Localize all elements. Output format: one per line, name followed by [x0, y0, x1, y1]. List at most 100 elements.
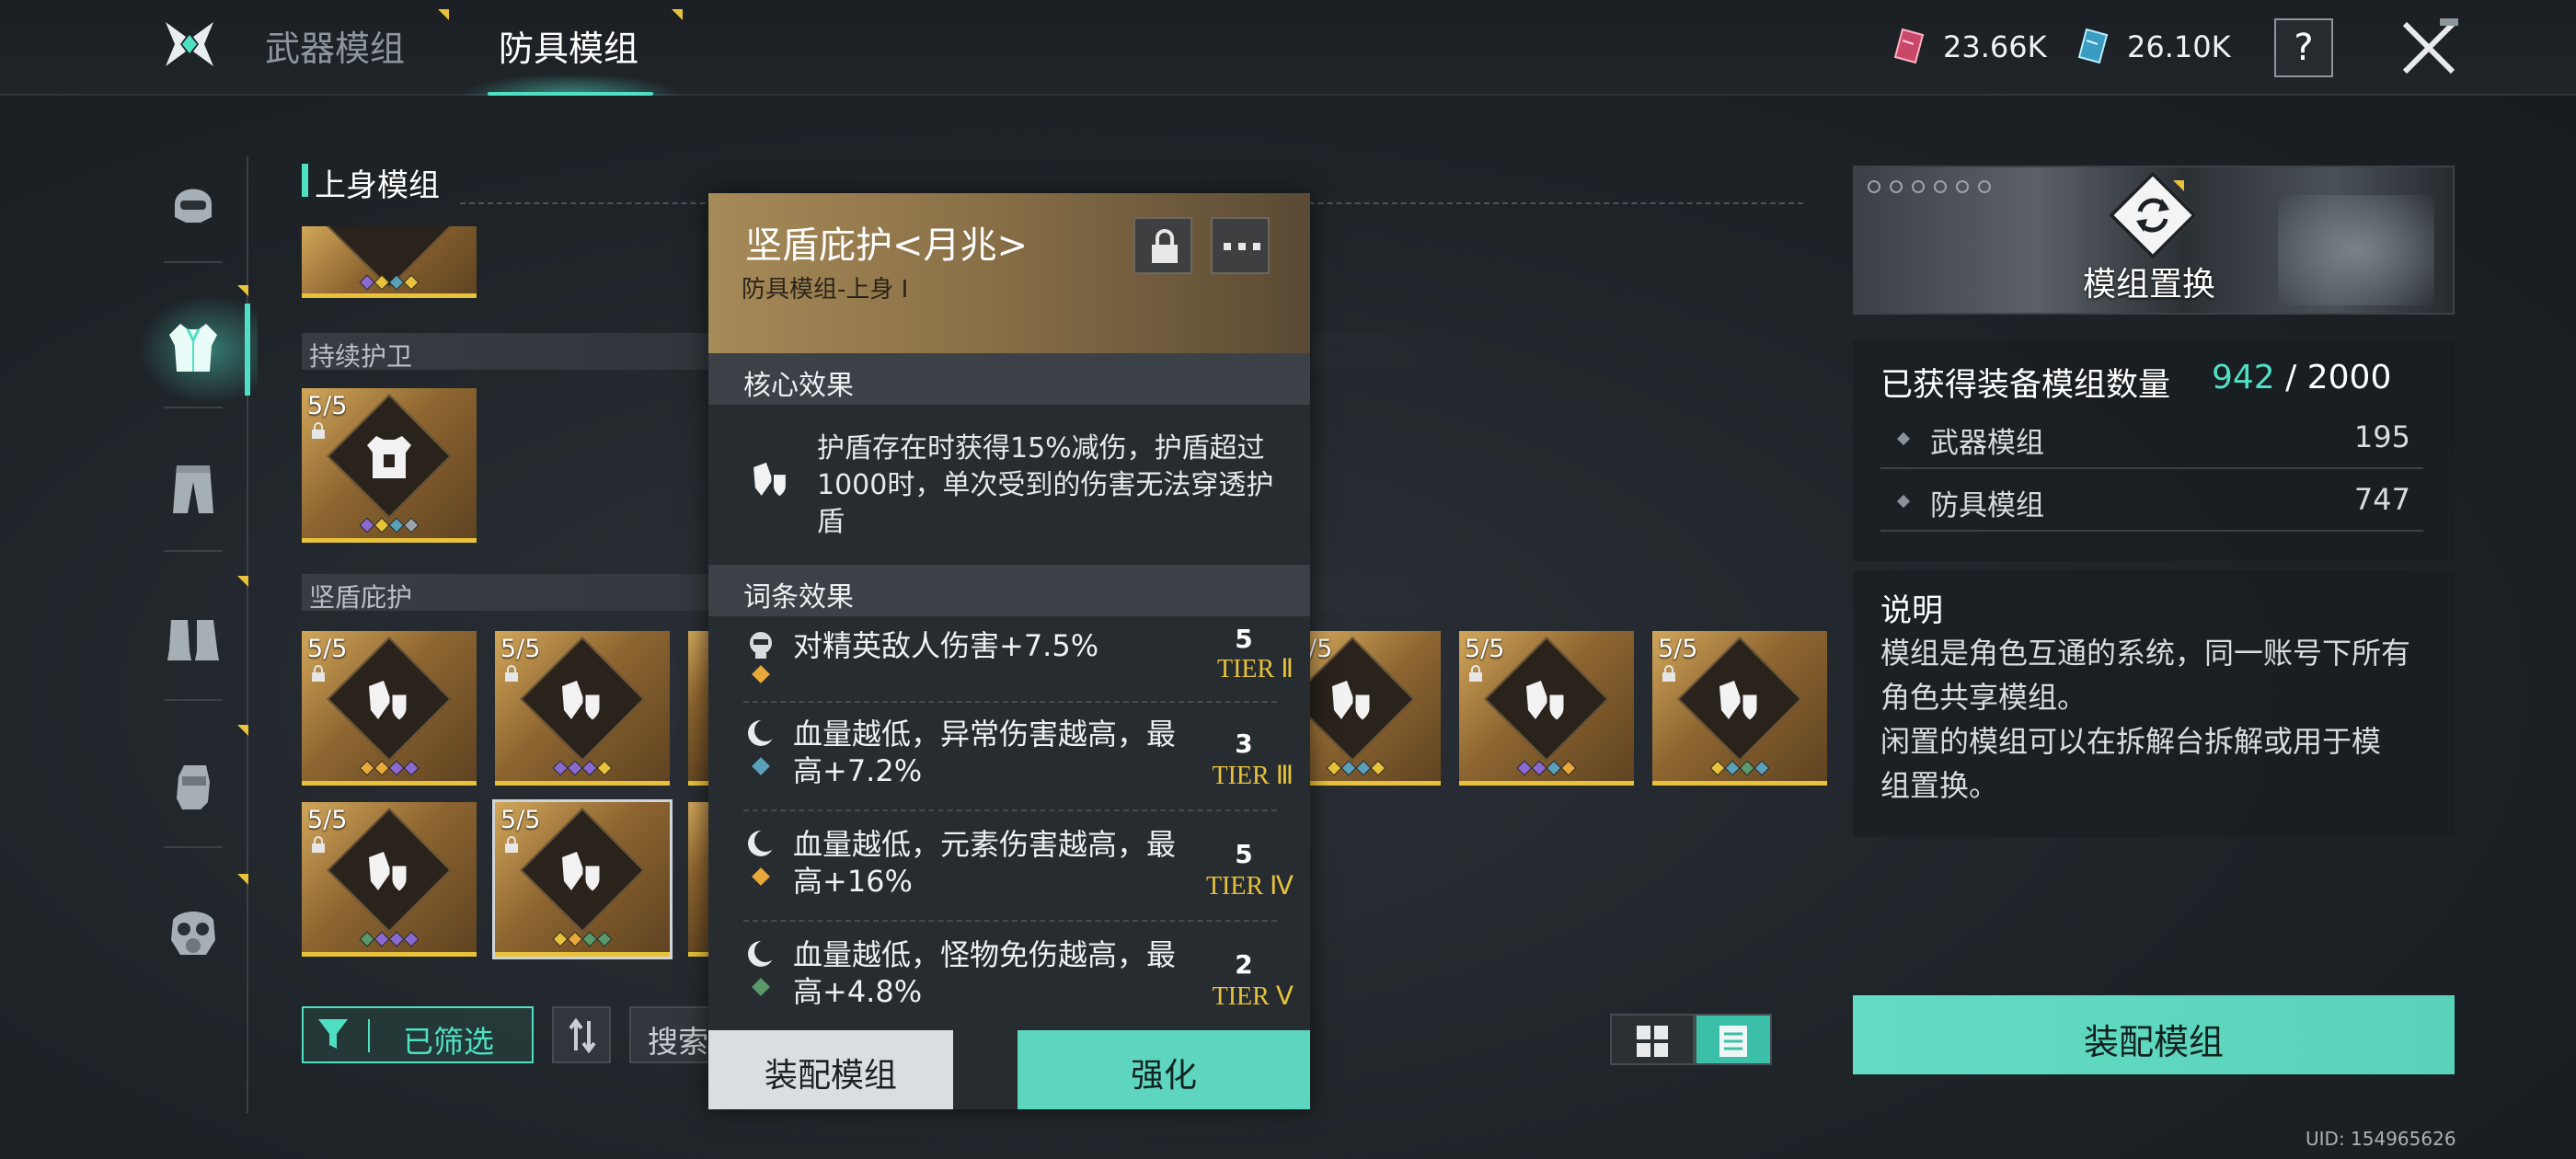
module-card[interactable]: [688, 631, 708, 786]
affix-text: 高+16%: [793, 864, 913, 899]
filter-button[interactable]: 已筛选: [302, 1006, 534, 1063]
shield-mod-icon: [562, 851, 603, 894]
affix-gem-icon: [752, 757, 770, 775]
module-card[interactable]: 5/5: [302, 802, 477, 957]
new-marker-icon: [672, 9, 683, 20]
lock-button[interactable]: [1133, 217, 1192, 274]
weapon-mods-count: 195: [2353, 419, 2410, 454]
new-marker-icon: [438, 9, 449, 20]
banner-armor-art: [2278, 195, 2434, 305]
gloves-icon: [177, 765, 210, 809]
affix-level: 3: [1235, 729, 1253, 759]
module-name: 坚盾庇护<月兆>: [745, 224, 1029, 267]
tab-armor-mods[interactable]: 防具模组: [499, 20, 638, 71]
rarity-dots: [1459, 760, 1634, 776]
affix-divider: [743, 920, 1277, 922]
sidebar-item-lower-body[interactable]: [164, 460, 223, 519]
sidebar-item-helmet[interactable]: [164, 171, 223, 230]
card-count: 5/5: [307, 392, 348, 420]
help-button[interactable]: ?: [2274, 18, 2333, 77]
shield-mod-icon: [1719, 680, 1760, 723]
module-card[interactable]: 5/5: [495, 631, 670, 786]
pants-icon: [173, 465, 213, 513]
armor-mods-count: 747: [2353, 482, 2410, 517]
sidebar-item-hands[interactable]: [164, 756, 223, 815]
more-options-button[interactable]: [1211, 217, 1270, 274]
sidebar-active-indicator: [245, 304, 250, 396]
armor-vest-icon: [169, 324, 217, 372]
tab-weapon-mods[interactable]: 武器模组: [265, 20, 405, 71]
affix-text: 高+7.2%: [793, 753, 923, 788]
filter-label: 已筛选: [403, 1024, 494, 1060]
affix-divider: [743, 809, 1277, 811]
grid-view-button[interactable]: [1610, 1014, 1695, 1065]
sidebar-item-boots[interactable]: [164, 609, 223, 668]
module-card[interactable]: [688, 802, 708, 957]
sidebar-divider: [164, 699, 223, 701]
affix-gem-icon: [752, 978, 770, 996]
shield-mod-icon: [1526, 680, 1567, 723]
affix-text: 血量越低，异常伤害越高，最: [793, 717, 1177, 752]
rarity-dots: [495, 931, 670, 947]
lock-icon: [505, 665, 518, 682]
crimson-crystal-icon: [1893, 28, 1925, 64]
module-card[interactable]: /5: [1310, 631, 1441, 786]
new-marker-icon: [237, 285, 248, 296]
rarity-dots: [1652, 760, 1827, 776]
sidebar-item-upper-body[interactable]: [164, 318, 223, 377]
module-card-selected[interactable]: 5/5: [492, 799, 673, 959]
shield-mod-icon: [562, 680, 603, 723]
affix-level: 5: [1235, 839, 1253, 869]
close-icon: [2402, 18, 2458, 75]
search-input[interactable]: 搜索: [629, 1006, 718, 1063]
popup-equip-button[interactable]: 装配模组: [708, 1030, 953, 1109]
banner-slot-dots: [1868, 180, 1991, 193]
module-card[interactable]: 5/5: [1652, 631, 1827, 786]
new-marker-icon: [237, 874, 248, 885]
affix-level: 2: [1235, 949, 1253, 980]
description-text: 模组是角色互通的系统，同一账号下所有 角色共享模组。 闲置的模组可以在拆解台拆解…: [1880, 636, 2411, 803]
equip-module-button[interactable]: 装配模组: [1853, 995, 2455, 1074]
sort-button[interactable]: [552, 1006, 611, 1063]
crescent-icon: [748, 940, 776, 967]
module-card[interactable]: 5/5: [302, 388, 477, 543]
helmet-icon: [175, 189, 212, 223]
affix-gem-icon: [752, 665, 770, 683]
core-effect-text: 护盾存在时获得15%减伤，护盾超过1000时，单次受到的伤害无法穿透护盾: [817, 432, 1274, 538]
enhance-button[interactable]: 强化: [1018, 1030, 1310, 1109]
sidebar-item-face[interactable]: [164, 903, 223, 962]
lock-icon: [312, 665, 325, 682]
affix-gem-icon: [752, 867, 770, 886]
affix-row: 血量越低，元素伤害越高，最 高+16% 5 TIER Ⅳ: [708, 815, 1310, 925]
active-tab-indicator: [488, 92, 653, 96]
affix-tier: TIER Ⅲ: [1212, 762, 1294, 790]
rarity-dots: [302, 760, 477, 776]
affix-row: 血量越低，怪物免伤越高，最 高+4.8% 2 TIER Ⅴ: [708, 925, 1310, 1028]
close-button[interactable]: [2399, 18, 2458, 77]
module-card[interactable]: [302, 226, 477, 298]
body-armor-icon: [367, 435, 411, 478]
module-type: 防具模组-上身 Ⅰ: [742, 276, 909, 304]
card-count: 5/5: [500, 806, 541, 834]
module-card[interactable]: 5/5: [1459, 631, 1634, 786]
affix-tier: TIER Ⅳ: [1205, 872, 1294, 901]
lock-icon: [1662, 665, 1675, 682]
affix-effect-header: 词条效果: [708, 565, 1310, 616]
affix-text: 血量越低，怪物免伤越高，最: [793, 937, 1177, 972]
card-count: 5/5: [307, 806, 348, 834]
group-label-shield-shelter: 坚盾庇护: [309, 582, 413, 613]
list-view-button[interactable]: [1695, 1014, 1772, 1065]
core-effect-header: 核心效果: [708, 353, 1310, 405]
module-exchange-label: 模组置换: [2083, 266, 2216, 304]
card-count: /5: [1310, 635, 1333, 663]
card-count: 5/5: [1658, 635, 1698, 663]
module-detail-popup: 坚盾庇护<月兆> 防具模组-上身 Ⅰ 核心效果 护盾存在时获得15%减伤，护盾超…: [708, 193, 1310, 1109]
shield-mod-icon: [369, 851, 409, 894]
module-card[interactable]: 5/5: [302, 631, 477, 786]
rarity-dots: [1310, 760, 1441, 776]
lock-icon: [312, 836, 325, 853]
weapon-mods-label: 武器模组: [1930, 427, 2044, 460]
rarity-dots: [302, 517, 477, 534]
crescent-icon: [748, 830, 776, 856]
stat-divider: [1880, 530, 2423, 532]
